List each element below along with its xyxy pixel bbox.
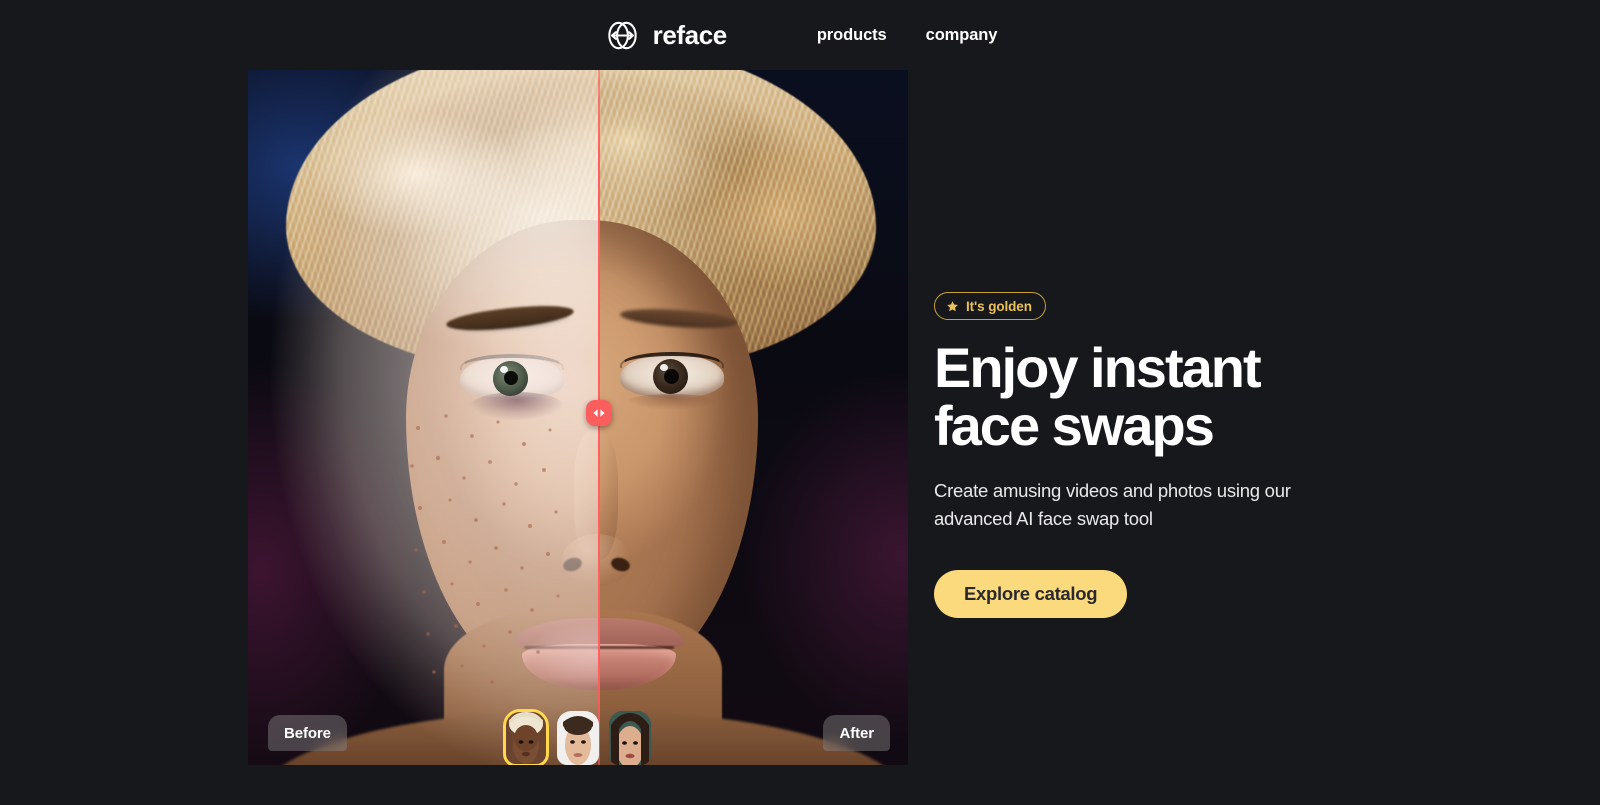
eye-right [620, 352, 724, 410]
left-right-arrows-icon [592, 408, 606, 418]
site-header: reface products company [0, 0, 1600, 70]
portrait-image [248, 70, 908, 765]
primary-nav: products company [817, 27, 998, 44]
reface-globe-swap-icon [603, 16, 642, 55]
page-title: Enjoy instant face swaps [934, 339, 1364, 454]
headline-line-1: Enjoy instant [934, 336, 1262, 399]
face-thumbnail-1[interactable] [503, 709, 549, 765]
hero-copy: It's golden Enjoy instant face swaps Cre… [934, 292, 1364, 618]
hero-subtext: Create amusing videos and photos using o… [934, 480, 1291, 530]
face-thumbnail-2[interactable] [557, 711, 599, 765]
comparison-slider-handle[interactable] [586, 400, 612, 426]
brand-name: reface [652, 20, 728, 50]
face-thumbnail-strip [248, 709, 908, 765]
hero-section: Before After It's golden Enjoy instant f… [0, 70, 1600, 805]
face-thumbnail-3[interactable] [609, 711, 651, 765]
page-root: reface products company Before After It'… [0, 0, 1600, 805]
before-after-comparison-viewer[interactable]: Before After [248, 70, 908, 765]
nav-item-products[interactable]: products [817, 27, 887, 44]
star-icon [946, 300, 959, 313]
freckles-decoration [398, 400, 608, 700]
headline-line-2: face swaps [934, 393, 1215, 457]
brand-logo[interactable]: reface [603, 16, 727, 55]
golden-badge-label: It's golden [966, 298, 1032, 314]
golden-badge[interactable]: It's golden [934, 292, 1046, 320]
nav-item-company[interactable]: company [926, 27, 998, 44]
explore-catalog-button[interactable]: Explore catalog [934, 569, 1128, 618]
